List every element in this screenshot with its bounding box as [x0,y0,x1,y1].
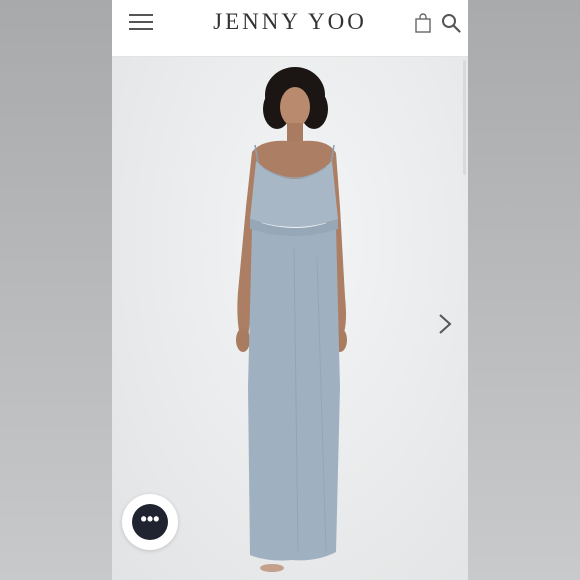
backdrop-right [468,0,580,580]
more-options-button[interactable]: ••• [122,494,178,550]
search-icon[interactable] [441,13,461,33]
brand-logo[interactable]: JENNY YOO [190,8,390,36]
backdrop-left [0,0,112,580]
site-header: JENNY YOO [112,0,468,57]
scrollbar[interactable] [463,60,466,175]
hamburger-menu-icon[interactable] [129,14,153,32]
more-dots-icon: ••• [132,504,168,540]
phone-screen: JENNY YOO ••• [112,0,468,580]
shopping-bag-icon[interactable] [415,13,431,33]
chevron-right-icon[interactable] [434,312,456,336]
